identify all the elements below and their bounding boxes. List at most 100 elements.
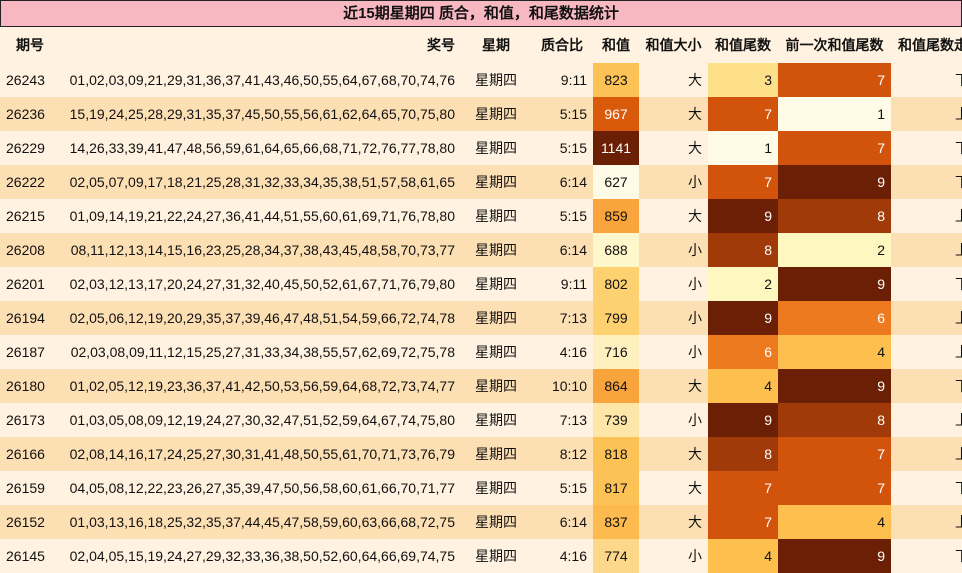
cell-ratio: 6:14 (531, 165, 593, 199)
cell-prev-tail: 1 (778, 97, 891, 131)
cell-weekday: 星期四 (461, 199, 531, 233)
table-row: 26194 02,05,06,12,19,20,29,35,37,39,46,47… (0, 301, 962, 335)
cell-issue: 26215 (0, 199, 60, 233)
header-tail: 和值尾数 (708, 27, 778, 63)
cell-size: 大 (639, 63, 708, 97)
cell-ratio: 9:11 (531, 267, 593, 301)
cell-tail: 1 (708, 131, 778, 165)
cell-size: 小 (639, 403, 708, 437)
cell-sum: 688 (593, 233, 639, 267)
cell-weekday: 星期四 (461, 539, 531, 573)
cell-issue: 26208 (0, 233, 60, 267)
header-numbers: 奖号 (60, 27, 461, 63)
cell-size: 大 (639, 131, 708, 165)
cell-issue: 26236 (0, 97, 60, 131)
cell-sum: 799 (593, 301, 639, 335)
cell-ratio: 6:14 (531, 505, 593, 539)
cell-prev-tail: 7 (778, 131, 891, 165)
header-sum: 和值 (593, 27, 639, 63)
cell-prev-tail: 7 (778, 471, 891, 505)
stats-table: 期号 奖号 星期 质合比 和值 和值大小 和值尾数 前一次和值尾数 和值尾数走势… (0, 27, 962, 573)
cell-weekday: 星期四 (461, 335, 531, 369)
cell-issue: 26201 (0, 267, 60, 301)
cell-numbers: 02,08,14,16,17,24,25,27,30,31,41,48,50,5… (60, 437, 461, 471)
stats-page: 近15期星期四 质合，和值，和尾数据统计 期号 奖号 星期 质合比 和值 和值大… (0, 0, 962, 573)
cell-tail: 3 (708, 63, 778, 97)
cell-sum: 817 (593, 471, 639, 505)
cell-tail: 7 (708, 165, 778, 199)
cell-sum: 859 (593, 199, 639, 233)
cell-tail: 7 (708, 97, 778, 131)
cell-ratio: 10:10 (531, 369, 593, 403)
cell-size: 小 (639, 165, 708, 199)
header-size: 和值大小 (639, 27, 708, 63)
cell-sum: 864 (593, 369, 639, 403)
cell-prev-tail: 4 (778, 335, 891, 369)
cell-trend: 下降 (891, 131, 962, 165)
cell-issue: 26229 (0, 131, 60, 165)
cell-ratio: 5:15 (531, 131, 593, 165)
cell-weekday: 星期四 (461, 369, 531, 403)
cell-trend: 下降 (891, 165, 962, 199)
cell-numbers: 15,19,24,25,28,29,31,35,37,45,50,55,56,6… (60, 97, 461, 131)
header-prev-tail: 前一次和值尾数 (778, 27, 891, 63)
cell-issue: 26159 (0, 471, 60, 505)
header-trend: 和值尾数走势 (891, 27, 962, 63)
cell-trend: 下降 (891, 267, 962, 301)
cell-weekday: 星期四 (461, 403, 531, 437)
cell-size: 大 (639, 471, 708, 505)
table-row: 26215 01,09,14,19,21,22,24,27,36,41,44,51… (0, 199, 962, 233)
cell-issue: 26145 (0, 539, 60, 573)
table-row: 26201 02,03,12,13,17,20,24,27,31,32,40,45… (0, 267, 962, 301)
cell-sum: 837 (593, 505, 639, 539)
table-row: 26229 14,26,33,39,41,47,48,56,59,61,64,65… (0, 131, 962, 165)
cell-tail: 4 (708, 539, 778, 573)
cell-ratio: 5:15 (531, 471, 593, 505)
cell-numbers: 01,02,03,09,21,29,31,36,37,41,43,46,50,5… (60, 63, 461, 97)
cell-trend: 上升 (891, 301, 962, 335)
cell-ratio: 7:13 (531, 403, 593, 437)
cell-trend: 上升 (891, 233, 962, 267)
cell-sum: 823 (593, 63, 639, 97)
cell-ratio: 8:12 (531, 437, 593, 471)
cell-sum: 967 (593, 97, 639, 131)
header-ratio: 质合比 (531, 27, 593, 63)
cell-tail: 9 (708, 403, 778, 437)
cell-ratio: 4:16 (531, 335, 593, 369)
table-header-row: 期号 奖号 星期 质合比 和值 和值大小 和值尾数 前一次和值尾数 和值尾数走势 (0, 27, 962, 63)
cell-prev-tail: 9 (778, 369, 891, 403)
cell-weekday: 星期四 (461, 437, 531, 471)
cell-trend: 上升 (891, 437, 962, 471)
cell-sum: 716 (593, 335, 639, 369)
cell-issue: 26173 (0, 403, 60, 437)
cell-sum: 1141 (593, 131, 639, 165)
cell-numbers: 02,04,05,15,19,24,27,29,32,33,36,38,50,5… (60, 539, 461, 573)
cell-ratio: 5:15 (531, 199, 593, 233)
cell-ratio: 9:11 (531, 63, 593, 97)
cell-numbers: 04,05,08,12,22,23,26,27,35,39,47,50,56,5… (60, 471, 461, 505)
cell-ratio: 7:13 (531, 301, 593, 335)
cell-prev-tail: 7 (778, 437, 891, 471)
cell-size: 大 (639, 199, 708, 233)
table-row: 26173 01,03,05,08,09,12,19,24,27,30,32,47… (0, 403, 962, 437)
cell-issue: 26166 (0, 437, 60, 471)
cell-size: 小 (639, 335, 708, 369)
cell-size: 大 (639, 505, 708, 539)
cell-trend: 上升 (891, 505, 962, 539)
cell-prev-tail: 2 (778, 233, 891, 267)
cell-issue: 26243 (0, 63, 60, 97)
cell-tail: 7 (708, 505, 778, 539)
cell-trend: 下降 (891, 539, 962, 573)
cell-sum: 818 (593, 437, 639, 471)
cell-weekday: 星期四 (461, 233, 531, 267)
cell-weekday: 星期四 (461, 63, 531, 97)
cell-size: 大 (639, 97, 708, 131)
cell-size: 小 (639, 539, 708, 573)
cell-trend: 上升 (891, 403, 962, 437)
table-body: 26243 01,02,03,09,21,29,31,36,37,41,43,46… (0, 63, 962, 573)
table-row: 26208 08,11,12,13,14,15,16,23,25,28,34,37… (0, 233, 962, 267)
cell-prev-tail: 9 (778, 539, 891, 573)
cell-tail: 8 (708, 233, 778, 267)
table-row: 26159 04,05,08,12,22,23,26,27,35,39,47,50… (0, 471, 962, 505)
cell-issue: 26187 (0, 335, 60, 369)
